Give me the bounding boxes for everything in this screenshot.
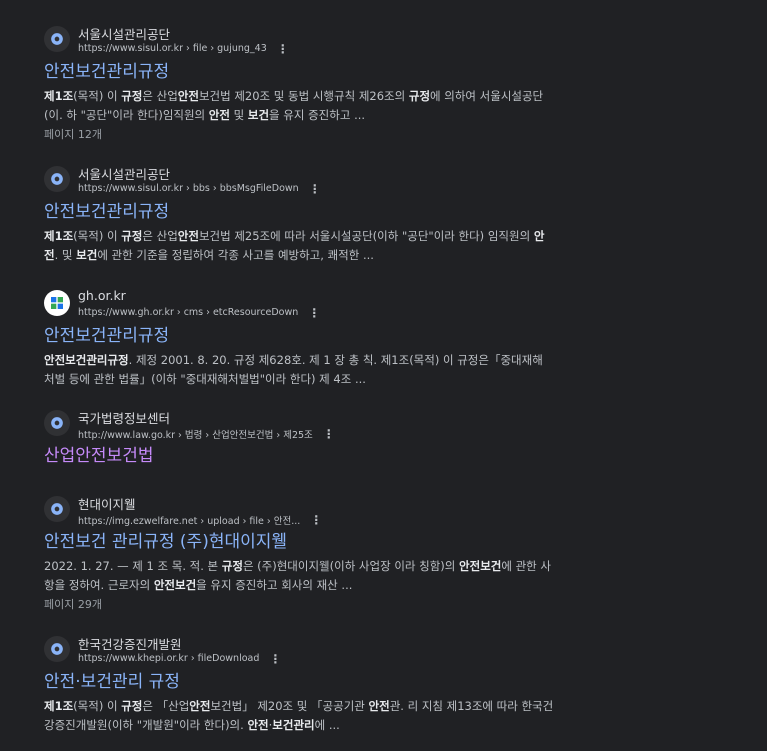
snippet-text: 안전 (177, 89, 199, 103)
more-options-icon[interactable]: ⋮ (323, 428, 335, 440)
result-title-link[interactable]: 안전보건관리규정 (44, 60, 554, 84)
result-title-link[interactable]: 안전보건관리규정 (44, 200, 554, 224)
result-snippet: 안전보건관리규정. 제정 2001. 8. 20. 규정 제628호. 제 1 … (44, 351, 554, 389)
snippet-text: (목적) 이 (73, 89, 122, 103)
snippet-text: . 및 (54, 248, 77, 262)
snippet-text: 안전 (208, 108, 230, 122)
snippet-text: 은 「산업 (142, 699, 190, 713)
page-count: 페이지 12개 (44, 128, 102, 141)
site-name: 국가법령정보센터 (78, 411, 171, 426)
more-options-icon[interactable]: ⋮ (310, 514, 322, 526)
snippet-text: 보건 (76, 248, 98, 262)
site-name: 한국건강증진개발원 (78, 637, 182, 652)
search-result: 한국건강증진개발원 https://www.khepi.or.kr › file… (44, 634, 554, 735)
site-url: https://img.ezwelfare.net › upload › fil… (78, 516, 301, 527)
result-source[interactable]: 현대이지웰 https://img.ezwelfare.net › upload… (44, 494, 554, 530)
snippet-text: 제1조 (44, 89, 74, 103)
snippet-text: 을 유지 증진하고 ... (269, 108, 366, 122)
snippet-text: 보건법 제25조에 따라 서울시설공단(이하 "공단"이라 한다) 임직원의 (198, 229, 534, 243)
snippet-text: 에 관한 기준을 정립하여 각종 사고를 예방하고, 쾌적한 ... (97, 248, 374, 262)
search-result: 국가법령정보센터 http://www.law.go.kr › 법령 › 산업안… (44, 408, 554, 468)
result-source[interactable]: 국가법령정보센터 http://www.law.go.kr › 법령 › 산업안… (44, 408, 554, 444)
more-options-icon[interactable]: ⋮ (277, 43, 289, 55)
snippet-text: 규정 (121, 229, 143, 243)
more-options-icon[interactable]: ⋮ (308, 307, 320, 319)
snippet-text: (목적) 이 (73, 699, 122, 713)
result-title-link[interactable]: 안전보건 관리규정 (주)현대이지웰 (44, 530, 554, 554)
page-count: 페이지 29개 (44, 598, 102, 611)
globe-icon (44, 410, 70, 436)
result-snippet: 제1조(목적) 이 규정은 산업안전보건법 제25조에 따라 서울시설공단(이하… (44, 227, 554, 265)
site-name: 현대이지웰 (78, 497, 136, 512)
search-result: 서울시설관리공단 https://www.sisul.or.kr › file … (44, 24, 554, 142)
snippet-text: 보건법 제20조 및 동법 시행규칙 제26조의 (198, 89, 409, 103)
site-name: 서울시설관리공단 (78, 27, 171, 42)
result-source[interactable]: 한국건강증진개발원 https://www.khepi.or.kr › file… (44, 634, 554, 670)
snippet-text: 및 (229, 108, 248, 122)
more-options-icon[interactable]: ⋮ (309, 183, 321, 195)
search-result: 서울시설관리공단 https://www.sisul.or.kr › bbs ›… (44, 164, 554, 265)
result-title-link[interactable]: 산업안전보건법 (44, 444, 554, 468)
search-result: 현대이지웰 https://img.ezwelfare.net › upload… (44, 494, 554, 612)
site-url: https://www.sisul.or.kr › file › gujung_… (78, 43, 267, 54)
globe-icon (44, 496, 70, 522)
snippet-text: 2022. 1. 27. — 제 1 조 목. 적. 본 (44, 559, 222, 573)
result-title-link[interactable]: 안전보건관리규정 (44, 324, 554, 348)
snippet-text: 안전 (247, 718, 269, 732)
result-title-link[interactable]: 안전·보건관리 규정 (44, 670, 554, 694)
snippet-text: 보건법」 제20조 및 「공공기관 (210, 699, 369, 713)
snippet-text: (목적) 이 (73, 229, 122, 243)
site-url: https://www.gh.or.kr › cms › etcResource… (78, 307, 299, 318)
snippet-text: 안전 (177, 229, 199, 243)
snippet-text: 보건 (247, 108, 270, 122)
site-url: https://www.sisul.or.kr › bbs › bbsMsgFi… (78, 183, 299, 194)
globe-icon (44, 26, 70, 52)
result-snippet: 2022. 1. 27. — 제 1 조 목. 적. 본 규정은 (주)현대이지… (44, 557, 554, 595)
snippet-text: 에 ... (314, 718, 340, 732)
snippet-text: 규정 (121, 699, 143, 713)
snippet-text: 을 유지 증진하고 회사의 재산 ... (196, 578, 353, 592)
snippet-text: 안전보건 (459, 559, 502, 573)
search-results: 서울시설관리공단 https://www.sisul.or.kr › file … (0, 0, 767, 751)
snippet-text: 은 (주)현대이지웰(이하 사업장 이라 칭함)의 (242, 559, 460, 573)
result-source[interactable]: 서울시설관리공단 https://www.sisul.or.kr › bbs ›… (44, 164, 554, 200)
result-source[interactable]: 서울시설관리공단 https://www.sisul.or.kr › file … (44, 24, 554, 60)
snippet-text: 안전 (368, 699, 390, 713)
globe-icon (44, 636, 70, 662)
globe-icon (44, 166, 70, 192)
snippet-text: 규정 (121, 89, 143, 103)
snippet-text: 보건관리 (272, 718, 315, 732)
snippet-text: 은 산업 (142, 229, 178, 243)
search-result: gh.or.kr https://www.gh.or.kr › cms › et… (44, 288, 554, 389)
result-source[interactable]: gh.or.kr https://www.gh.or.kr › cms › et… (44, 288, 554, 324)
result-snippet: 제1조(목적) 이 규정은 산업안전보건법 제20조 및 동법 시행규칙 제26… (44, 87, 554, 125)
snippet-text: 안전보건 (153, 578, 197, 592)
snippet-text: 규정 (408, 89, 431, 103)
snippet-text: 제1조 (44, 229, 74, 243)
site-name: gh.or.kr (78, 288, 126, 303)
snippet-text: 안전보건관리규정 (44, 353, 129, 367)
gh-logo-icon (44, 290, 70, 316)
snippet-text: 규정 (221, 559, 243, 573)
site-url: http://www.law.go.kr › 법령 › 산업안전보건법 › 제2… (78, 430, 313, 441)
snippet-text: 은 산업 (142, 89, 178, 103)
more-options-icon[interactable]: ⋮ (269, 653, 281, 665)
site-name: 서울시설관리공단 (78, 167, 171, 182)
snippet-text: 제1조 (44, 699, 74, 713)
result-snippet: 제1조(목적) 이 규정은 「산업안전보건법」 제20조 및 「공공기관 안전관… (44, 697, 554, 735)
snippet-text: 안전 (189, 699, 211, 713)
site-url: https://www.khepi.or.kr › fileDownload (78, 653, 260, 664)
